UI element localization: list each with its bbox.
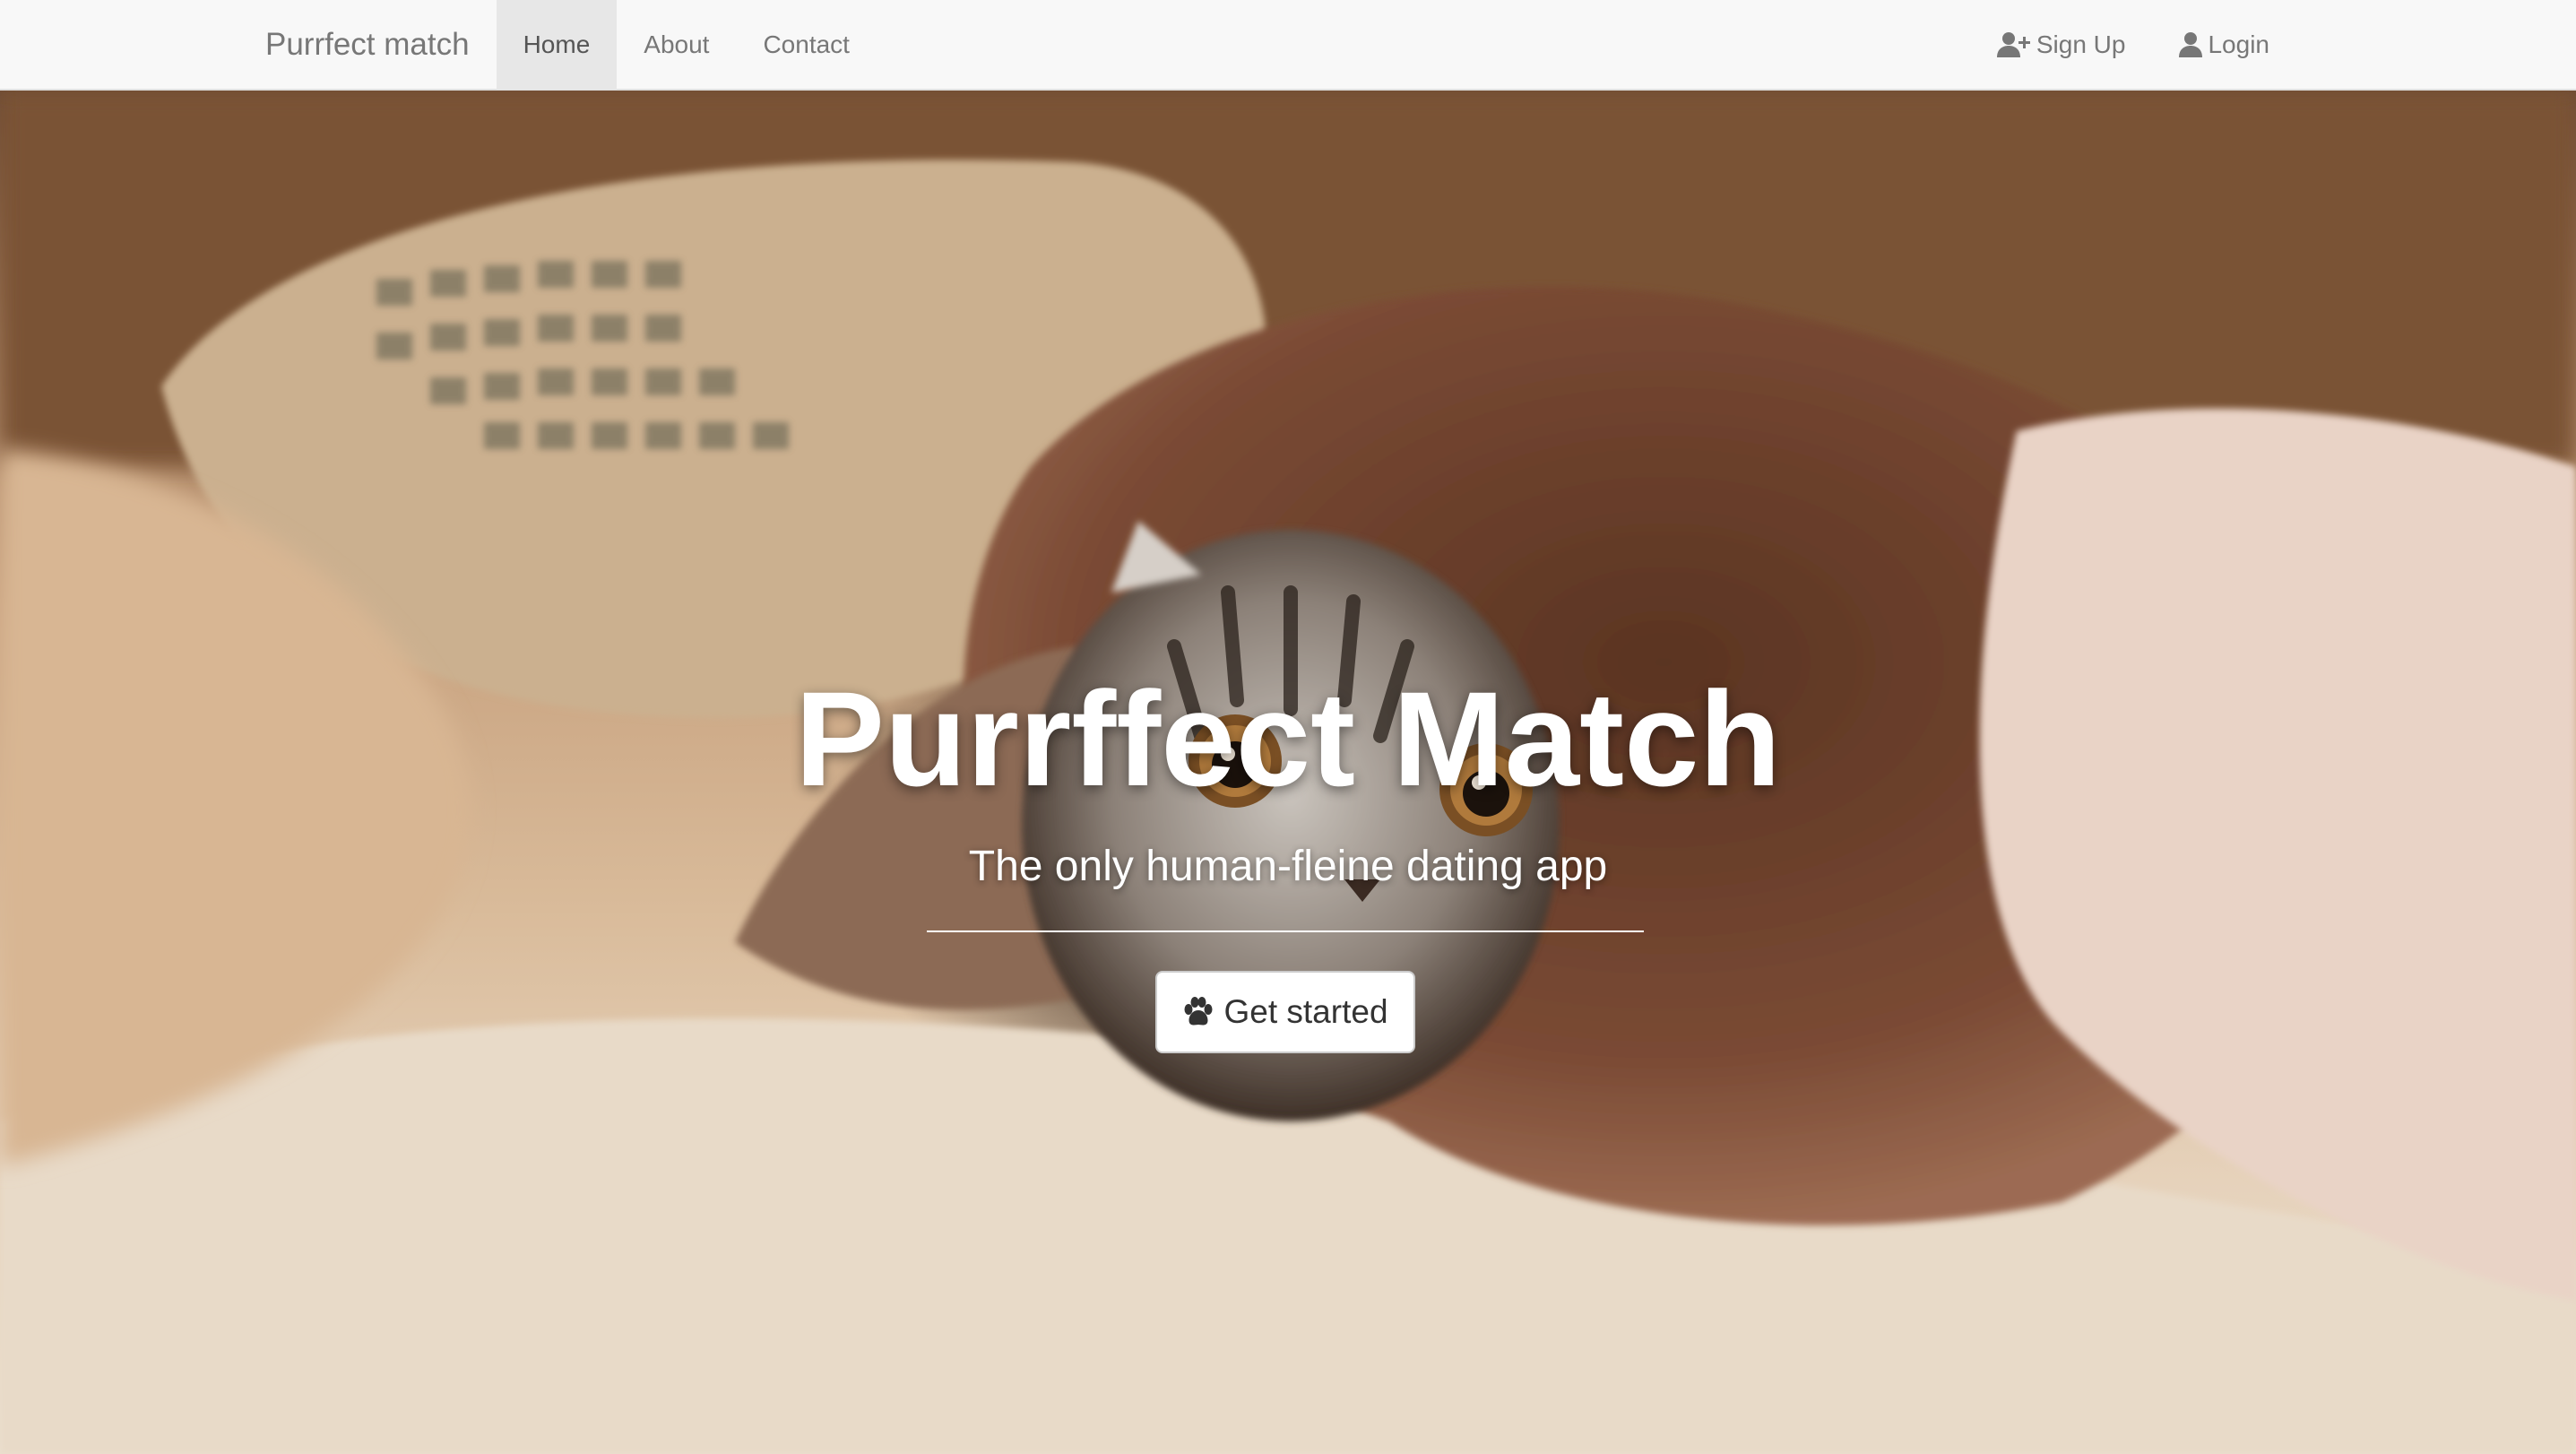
user-plus-icon [1996,32,2030,57]
hero-content: Purrffect Match The only human-fleine da… [0,91,2576,1454]
navbar-container: Purrfect match Home About Contact Sign U… [238,0,2296,90]
paw-icon [1184,997,1213,1026]
navbar: Purrfect match Home About Contact Sign U… [0,0,2576,91]
nav-item-contact[interactable]: Contact [736,0,877,90]
user-icon [2179,32,2203,57]
hero-subtitle: The only human-fleine dating app [968,843,1608,890]
account-nav: Sign Up Login [1970,0,2296,90]
sign-up-label: Sign Up [2036,30,2126,58]
nav-item-about[interactable]: About [617,0,736,90]
hero-divider [927,930,1644,932]
login-label: Login [2208,30,2269,58]
brand-link[interactable]: Purrfect match [238,0,497,90]
sign-up-link[interactable]: Sign Up [1970,0,2153,90]
hero-section: Purrffect Match The only human-fleine da… [0,91,2576,1454]
primary-nav: Home About Contact [496,0,877,90]
nav-item-home[interactable]: Home [496,0,618,90]
get-started-label: Get started [1223,993,1388,1030]
get-started-button[interactable]: Get started [1155,971,1415,1053]
login-link[interactable]: Login [2152,0,2296,90]
hero-title: Purrffect Match [794,663,1782,814]
